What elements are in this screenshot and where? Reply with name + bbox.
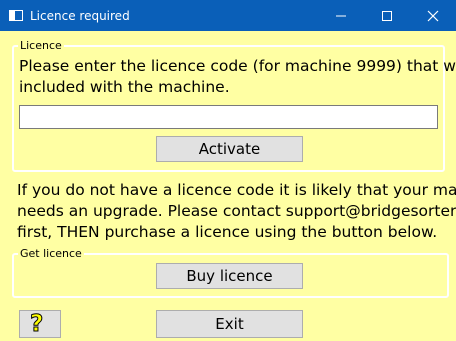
- maximize-icon: [382, 11, 392, 21]
- licence-dialog: Licence required Licence Please enter th…: [0, 0, 456, 341]
- maximize-button[interactable]: [364, 0, 410, 31]
- licence-code-input[interactable]: [19, 105, 438, 129]
- close-button[interactable]: [410, 0, 456, 31]
- licence-instruction: Please enter the licence code (for machi…: [19, 56, 456, 98]
- licence-group-legend: Licence: [20, 39, 62, 52]
- activate-button[interactable]: Activate: [156, 136, 303, 162]
- minimize-icon: [336, 15, 346, 17]
- exit-button[interactable]: Exit: [156, 310, 303, 338]
- buy-licence-button[interactable]: Buy licence: [156, 263, 303, 289]
- licence-instruction-line-2: included with the machine.: [19, 78, 230, 96]
- close-icon: [427, 10, 439, 22]
- upgrade-message: If you do not have a licence code it is …: [17, 180, 456, 243]
- upgrade-message-line-3: first, THEN purchase a licence using the…: [17, 223, 438, 241]
- help-question-icon: ?: [29, 311, 44, 337]
- get-licence-group-legend: Get licence: [20, 247, 82, 260]
- app-window-icon: [9, 10, 23, 21]
- minimize-button[interactable]: [318, 0, 364, 31]
- licence-instruction-line-1: Please enter the licence code (for machi…: [19, 57, 456, 75]
- upgrade-message-line-1: If you do not have a licence code it is …: [17, 181, 456, 199]
- title-bar[interactable]: Licence required: [0, 0, 456, 31]
- window-title: Licence required: [30, 9, 130, 23]
- upgrade-message-line-2: needs an upgrade. Please contact support…: [17, 202, 456, 220]
- help-button[interactable]: ?: [19, 310, 61, 338]
